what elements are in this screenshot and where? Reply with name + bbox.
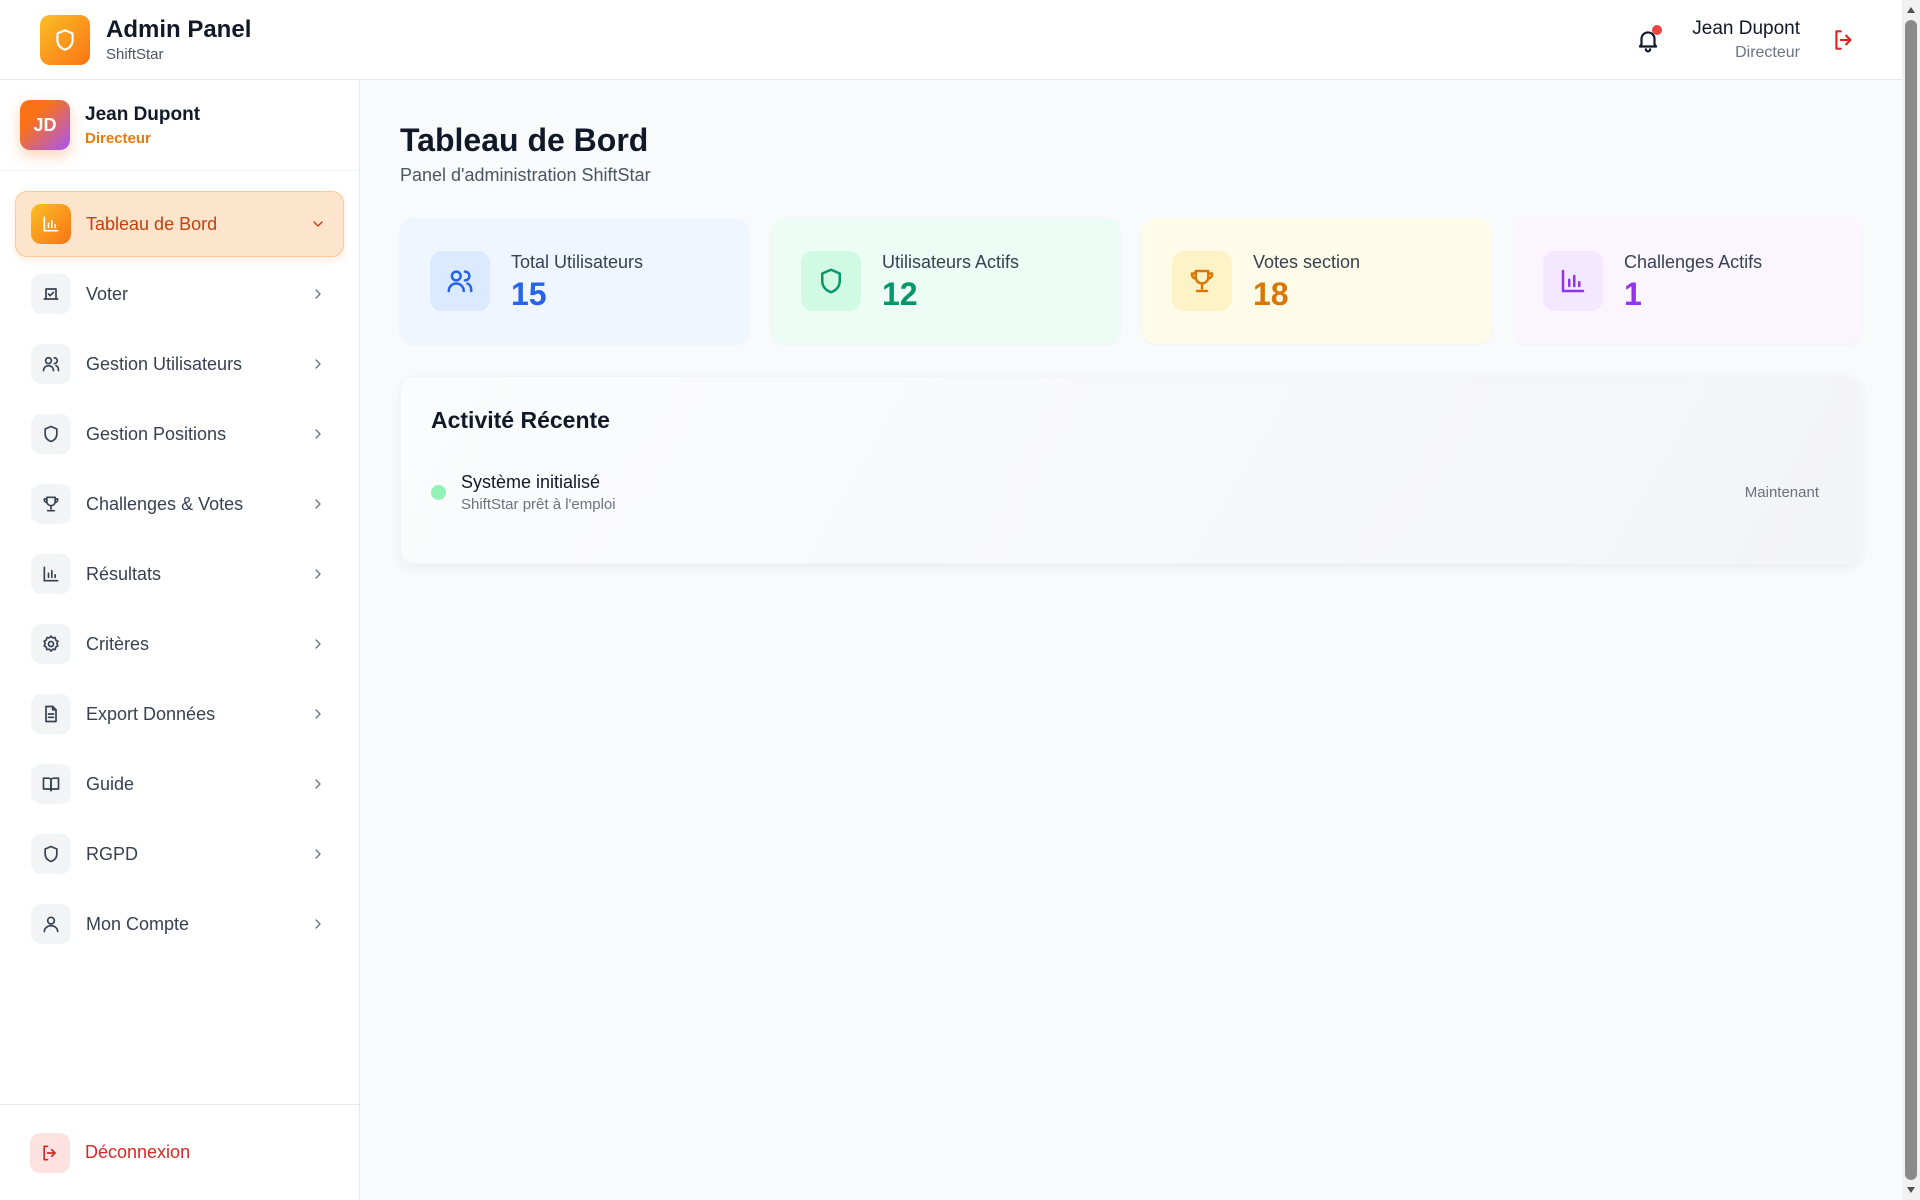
bar-chart-icon: [43, 216, 59, 232]
avatar: JD: [20, 100, 70, 150]
chevron-right-icon: [315, 919, 321, 929]
sidebar-item-label: Export Données: [86, 703, 216, 724]
sidebar-user-name: Jean Dupont: [85, 103, 201, 125]
stat-value: 1: [1624, 275, 1642, 312]
list-item: Système initialisé ShiftStar prêt à l'em…: [431, 472, 1829, 513]
app-title: Admin Panel: [106, 16, 252, 43]
header-logout-button[interactable]: [1826, 22, 1862, 58]
logout-icon: [1835, 29, 1852, 50]
activity-item-time: Maintenant: [1744, 484, 1819, 501]
notification-badge: [1652, 24, 1663, 35]
page-title: Tableau de Bord: [400, 122, 649, 158]
stats-row: Total Utilisateurs 15 Utilisateurs Actif…: [400, 218, 1862, 344]
sidebar-item-label: Critères: [86, 633, 150, 654]
sidebar-item-label: Gestion Positions: [86, 423, 227, 444]
sidebar-item-gestion-utilisateurs[interactable]: Gestion Utilisateurs: [15, 331, 344, 397]
stat-label: Total Utilisateurs: [511, 251, 644, 272]
status-dot: [431, 485, 446, 500]
main-content: Tableau de Bord Panel d'administration S…: [400, 80, 1862, 564]
chevron-right-icon: [315, 779, 321, 789]
stat-value: 15: [511, 275, 547, 312]
chevron-right-icon: [315, 499, 321, 509]
shield-icon: [44, 845, 58, 863]
stat-card-active-users: Utilisateurs Actifs 12: [771, 218, 1120, 344]
stat-card-active-challenges: Challenges Actifs 1: [1513, 218, 1862, 344]
bar-chart-icon: [43, 566, 59, 582]
sidebar-item-label: Tableau de Bord: [86, 213, 218, 234]
chevron-right-icon: [315, 849, 321, 859]
logout-label: Déconnexion: [85, 1142, 191, 1162]
logout-icon: [43, 1145, 56, 1160]
stat-card-total-users: Total Utilisateurs 15: [400, 218, 749, 344]
gear-icon: [43, 635, 59, 652]
shield-icon: [44, 425, 58, 443]
sidebar: JD Jean Dupont Directeur Tableau de Bord…: [0, 80, 360, 1200]
activity-item-title: Système initialisé: [461, 472, 601, 492]
trophy-icon: [1190, 269, 1214, 293]
top-header: Admin Panel ShiftStar Jean Dupont Direct…: [0, 0, 1902, 80]
stat-label: Challenges Actifs: [1624, 251, 1763, 272]
sidebar-user-role: Directeur: [85, 129, 151, 147]
chevron-right-icon: [315, 429, 321, 439]
header-user: Jean Dupont Directeur: [1692, 18, 1800, 62]
sidebar-item-label: Guide: [86, 773, 135, 794]
sidebar-item-label: Challenges & Votes: [86, 493, 244, 514]
chevron-right-icon: [315, 639, 321, 649]
brand: Admin Panel ShiftStar: [40, 14, 252, 65]
sidebar-item-guide[interactable]: Guide: [15, 751, 344, 817]
sidebar-item-mon-compte[interactable]: Mon Compte: [15, 891, 344, 957]
sidebar-item-resultats[interactable]: Résultats: [15, 541, 344, 607]
chevron-right-icon: [315, 709, 321, 719]
users-icon: [42, 356, 60, 372]
bar-chart-icon: [1561, 269, 1585, 293]
chevron-down-icon: [313, 221, 323, 227]
activity-title: Activité Récente: [431, 407, 610, 433]
sidebar-item-rgpd[interactable]: RGPD: [15, 821, 344, 887]
sidebar-logout-button[interactable]: Déconnexion: [0, 1104, 359, 1200]
trophy-icon: [43, 496, 59, 512]
sidebar-user: JD Jean Dupont Directeur: [0, 80, 359, 171]
book-icon: [42, 777, 60, 792]
sidebar-item-label: RGPD: [86, 843, 139, 864]
shield-icon: [56, 28, 74, 51]
scroll-down-arrow-icon[interactable]: [1905, 1184, 1917, 1196]
sidebar-item-label: Mon Compte: [86, 913, 190, 934]
page-scrollbar[interactable]: [1902, 0, 1920, 1200]
vote-icon: [43, 288, 59, 300]
shield-icon: [821, 268, 841, 294]
stat-value: 12: [882, 275, 918, 312]
sidebar-item-export-donnees[interactable]: Export Données: [15, 681, 344, 747]
sidebar-item-label: Gestion Utilisateurs: [86, 353, 243, 374]
sidebar-nav: Tableau de Bord Voter Gestion Utilisateu…: [0, 171, 359, 957]
stat-value: 18: [1253, 275, 1289, 312]
chevron-right-icon: [315, 569, 321, 579]
sidebar-item-label: Voter: [86, 283, 129, 304]
chevron-right-icon: [315, 289, 321, 299]
stat-card-votes: Votes section 18: [1142, 218, 1491, 344]
sidebar-item-voter[interactable]: Voter: [15, 261, 344, 327]
chevron-right-icon: [315, 359, 321, 369]
app-subtitle: ShiftStar: [106, 46, 164, 63]
header-user-name: Jean Dupont: [1692, 17, 1800, 39]
activity-item-subtitle: ShiftStar prêt à l'emploi: [461, 496, 616, 513]
scroll-up-arrow-icon[interactable]: [1905, 4, 1917, 16]
notifications-button[interactable]: [1630, 22, 1666, 58]
sidebar-item-tableau-de-bord[interactable]: Tableau de Bord: [15, 191, 344, 257]
stat-label: Utilisateurs Actifs: [882, 251, 1020, 272]
page-subtitle: Panel d'administration ShiftStar: [400, 165, 651, 185]
user-icon: [43, 916, 59, 933]
sidebar-item-gestion-positions[interactable]: Gestion Positions: [15, 401, 344, 467]
users-icon: [447, 270, 473, 293]
sidebar-item-label: Résultats: [86, 563, 162, 584]
header-user-role: Directeur: [1735, 43, 1800, 61]
recent-activity-panel: Activité Récente Système initialisé Shif…: [400, 376, 1860, 564]
scrollbar-thumb[interactable]: [1905, 20, 1917, 1180]
sidebar-item-challenges-votes[interactable]: Challenges & Votes: [15, 471, 344, 537]
brand-logo: [40, 14, 90, 65]
stat-label: Votes section: [1253, 251, 1361, 272]
sidebar-item-criteres[interactable]: Critères: [15, 611, 344, 677]
file-icon: [45, 705, 57, 723]
